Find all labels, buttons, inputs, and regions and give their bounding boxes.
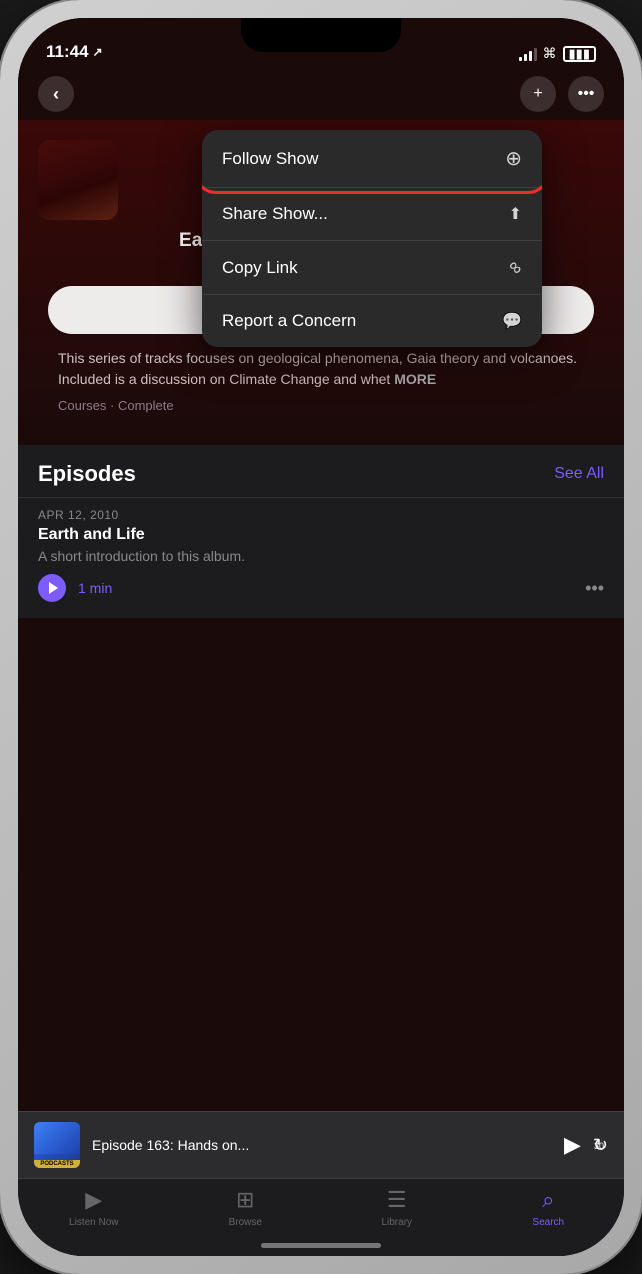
mini-player-skip-button[interactable]: ↻30 [593,1135,608,1156]
podcast-art-bg [38,140,118,220]
wifi-icon: ⌘ [543,45,557,62]
status-icons: ⌘ ▮▮▮ [519,45,596,62]
episode-title: Earth and Life [38,526,604,544]
browse-label: Browse [229,1217,262,1228]
episodes-section: Episodes See All APR 12, 2010 Earth and … [18,445,624,618]
follow-show-item[interactable]: Follow Show ⊕ [202,130,542,188]
time-text: 11:44 [46,42,89,62]
episode-play-icon [49,582,58,594]
mini-player-art: PODCASTS [34,1122,80,1168]
follow-show-label: Follow Show [222,149,318,169]
share-show-item[interactable]: Share Show... ⬆ [202,188,542,241]
tab-listen-now[interactable]: ▶ Listen Now [18,1187,170,1228]
share-show-label: Share Show... [222,204,328,224]
top-nav: ‹ + ••• [18,68,624,120]
mini-player-play-button[interactable]: ▶ [564,1132,581,1158]
mini-player[interactable]: PODCASTS Episode 163: Hands on... ▶ ↻30 [18,1111,624,1178]
signal-bars [519,47,537,61]
copy-link-item[interactable]: Copy Link ∞ [202,241,542,295]
battery-icon: ▮▮▮ [563,46,596,62]
phone-frame: 11:44 ↗ ⌘ ▮▮▮ ‹ [0,0,642,1274]
library-icon: ☰ [387,1187,407,1213]
podcast-tags: Courses · Complete [38,390,604,429]
screen: 11:44 ↗ ⌘ ▮▮▮ ‹ [18,18,624,1256]
nav-right: + ••• [520,76,604,112]
report-concern-item[interactable]: Report a Concern 💬 [202,295,542,347]
mini-player-badge: PODCASTS [34,1160,80,1168]
episode-description: A short introduction to this album. [38,548,604,564]
follow-show-icon: ⊕ [505,146,522,171]
episode-play-button[interactable] [38,574,66,602]
podcast-header: Earth and Life - for iPod/iPhone The Ope… [18,120,624,445]
search-label: Search [532,1217,564,1228]
podcast-description: This series of tracks focuses on geologi… [38,348,604,390]
status-time: 11:44 ↗ [46,42,103,62]
back-button[interactable]: ‹ [38,76,74,112]
description-text: This series of tracks focuses on geologi… [58,350,577,387]
add-icon: + [533,85,542,103]
more-button[interactable]: ••• [568,76,604,112]
report-concern-label: Report a Concern [222,311,356,331]
more-icon: ••• [578,85,595,103]
browse-icon: ⊞ [236,1187,254,1213]
listen-now-icon: ▶ [85,1187,102,1213]
podcast-art [38,140,118,220]
notch [241,18,401,52]
share-show-icon: ⬆ [509,204,522,224]
signal-bar-2 [524,54,527,61]
signal-bar-3 [529,51,532,61]
context-menu: Follow Show ⊕ Share Show... ⬆ Co [202,130,542,347]
listen-now-label: Listen Now [69,1217,118,1228]
location-icon: ↗ [93,45,103,59]
more-label[interactable]: MORE [394,371,436,387]
signal-bar-4 [534,48,537,61]
add-button[interactable]: + [520,76,556,112]
episode-date: APR 12, 2010 [38,508,604,522]
see-all-button[interactable]: See All [554,465,604,483]
signal-bar-1 [519,57,522,61]
episode-duration: 1 min [78,580,112,596]
tab-search[interactable]: ⌕ Search [473,1187,625,1228]
content-area: Earth and Life - for iPod/iPhone The Ope… [18,120,624,1111]
copy-link-label: Copy Link [222,258,298,278]
episode-item: APR 12, 2010 Earth and Life A short intr… [18,497,624,618]
episodes-title: Episodes [38,461,136,487]
episode-actions: 1 min ••• [38,574,604,602]
report-concern-icon: 💬 [502,311,522,331]
phone-screen: 11:44 ↗ ⌘ ▮▮▮ ‹ [18,18,624,1256]
episode-more-button[interactable]: ••• [585,578,604,599]
tab-library[interactable]: ☰ Library [321,1187,473,1228]
follow-show-wrapper: Follow Show ⊕ [202,130,542,188]
home-indicator [261,1243,381,1248]
copy-link-icon: ∞ [504,256,528,280]
mini-player-title: Episode 163: Hands on... [92,1137,552,1153]
search-icon: ⌕ [542,1187,554,1213]
episodes-header: Episodes See All [18,445,624,497]
library-label: Library [381,1217,412,1228]
tab-browse[interactable]: ⊞ Browse [170,1187,322,1228]
back-icon: ‹ [53,84,59,105]
